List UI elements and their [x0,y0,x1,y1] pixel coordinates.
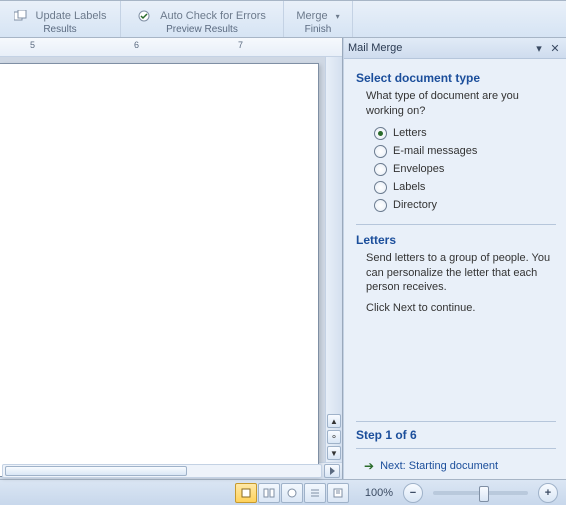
task-pane-header: Mail Merge ▾ ✕ [344,38,566,59]
ribbon-group-finish: Finish [305,24,332,35]
zoom-in-button[interactable]: + [538,483,558,503]
full-screen-reading-view-button[interactable] [258,483,280,503]
radio-letters[interactable]: Letters [374,127,556,140]
next-object-button[interactable]: ▼ [327,446,341,460]
document-page[interactable] [0,63,319,477]
select-document-type-heading: Select document type [356,71,556,85]
auto-check-errors-button[interactable]: Auto Check for Errors [160,10,266,22]
close-icon[interactable]: ✕ [548,41,562,55]
ribbon: Update Labels Results Auto Check for Err… [0,1,566,38]
ruler-number: 7 [238,40,243,50]
view-switcher [235,483,349,503]
next-arrow-icon: ➔ [364,459,374,473]
update-labels-icon [14,10,28,22]
chevron-down-icon: ▾ [336,12,340,21]
scrollbar-thumb[interactable] [5,466,187,476]
divider [356,448,556,449]
next-starting-document-link[interactable]: Next: Starting document [380,460,498,472]
radio-label: E-mail messages [393,145,477,157]
click-next-text: Click Next to continue. [366,301,556,316]
zoom-slider[interactable] [433,491,528,495]
update-labels-button[interactable]: Update Labels [36,10,107,22]
horizontal-ruler[interactable]: 5 6 7 [0,38,342,57]
divider [356,224,556,225]
document-type-options: Letters E-mail messages Envelopes Labels… [374,127,556,212]
mail-merge-task-pane: Mail Merge ▾ ✕ Select document type What… [343,38,566,479]
radio-labels[interactable]: Labels [374,181,556,194]
radio-email-messages[interactable]: E-mail messages [374,145,556,158]
check-errors-icon [138,10,152,22]
print-layout-view-button[interactable] [235,483,257,503]
radio-envelopes[interactable]: Envelopes [374,163,556,176]
ribbon-group-results: Results [43,24,76,35]
web-layout-view-button[interactable] [281,483,303,503]
task-pane-title: Mail Merge [348,42,530,54]
select-document-type-question: What type of document are you working on… [366,89,556,119]
ribbon-group-preview: Preview Results [166,24,238,35]
draft-view-button[interactable] [327,483,349,503]
document-area: 5 6 7 ▲ ∘ ▼ [0,38,343,479]
horizontal-scrollbar[interactable] [0,462,342,479]
outline-view-button[interactable] [304,483,326,503]
radio-label: Labels [393,181,425,193]
browse-object-bar: ▲ ∘ ▼ [325,57,342,462]
select-browse-object-button[interactable]: ∘ [327,430,341,444]
radio-directory[interactable]: Directory [374,199,556,212]
step-indicator: Step 1 of 6 [356,428,556,442]
scroll-right-button[interactable] [324,464,340,478]
radio-label: Directory [393,199,437,211]
divider [356,421,556,422]
status-bar: 100% − + [0,479,566,505]
zoom-percentage[interactable]: 100% [365,487,393,499]
radio-label: Envelopes [393,163,444,175]
ruler-number: 5 [30,40,35,50]
previous-object-button[interactable]: ▲ [327,414,341,428]
letters-description: Send letters to a group of people. You c… [366,251,556,296]
task-pane-menu-button[interactable]: ▾ [532,41,546,55]
zoom-out-button[interactable]: − [403,483,423,503]
letters-heading: Letters [356,233,556,247]
radio-label: Letters [393,127,427,139]
zoom-slider-knob[interactable] [479,486,489,502]
ruler-number: 6 [134,40,139,50]
merge-button[interactable]: Merge [296,10,327,22]
